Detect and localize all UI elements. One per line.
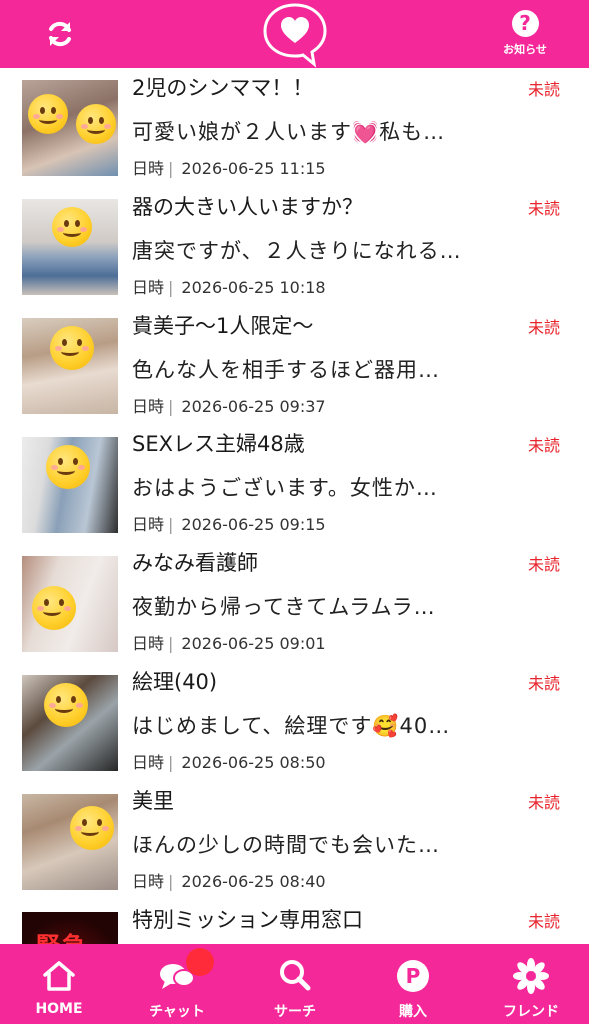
emoji-face [52,207,92,247]
list-item[interactable]: みなみ看護師 未読 夜勤から帰ってきてムラムラ… 日時 | 2026-06-25 0… [0,543,589,661]
date-label: 日時 [132,515,165,534]
message-preview: ほんの少しの時間でも会いた… [132,833,440,857]
message-datetime: 2026-06-25 10:18 [181,278,326,297]
date-label: 日時 [132,159,165,178]
nav-search-label: サーチ [274,1004,316,1020]
nav-chat[interactable]: チャット [118,944,236,1024]
svg-text:P: P [406,964,421,988]
emoji-face [44,683,88,727]
nav-search[interactable]: サーチ [236,944,354,1024]
message-title: 絵理(40) [132,670,218,694]
emoji-face [50,326,94,370]
avatar [22,80,118,176]
message-preview: 色んな人を相手するほど器用… [132,358,440,382]
message-preview: はじめまして、絵理です🥰40… [132,714,451,738]
message-meta: 日時 | 2026-06-25 09:01 [132,634,326,653]
message-list[interactable]: 2児のシンママ！！ 未読 可愛い娘が２人います💓私も… 日時 | 2026-06-2… [0,68,589,944]
bottom-nav: HOME チャット サーチ P 購入 フレンド [0,944,589,1024]
home-icon [43,961,75,991]
date-label: 日時 [132,397,165,416]
list-item[interactable]: 2児のシンママ！！ 未読 可愛い娘が２人います💓私も… 日時 | 2026-06-2… [0,68,589,186]
message-meta: 日時 | 2026-06-25 08:40 [132,872,326,891]
unread-status: 未読 [527,318,560,337]
chat-notification-badge [186,948,214,976]
nav-purchase[interactable]: P 購入 [354,944,472,1024]
list-item[interactable]: 器の大きい人いますか？ 未読 唐突ですが、２人きりになれる… 日時 | 2026-0… [0,187,589,305]
list-item[interactable]: SEXレス主婦48歳 未読 おはようございます。女性か… 日時 | 2026-06-… [0,424,589,542]
date-label: 日時 [132,634,165,653]
message-meta: 日時 | 2026-06-25 10:18 [132,278,326,297]
purchase-p-icon: P [397,960,429,992]
list-item[interactable]: 緊急 特別ミッション専用窓口 未読 [0,900,589,944]
unread-status: 未読 [527,80,560,99]
app-header: ? お知らせ [0,0,589,68]
list-item[interactable]: 美里 未読 ほんの少しの時間でも会いた… 日時 | 2026-06-25 08:40 [0,781,589,899]
heart-speech-bubble-icon [263,3,327,68]
message-title: 特別ミッション専用窓口 [132,908,363,932]
nav-home-label: HOME [35,1001,83,1017]
nav-home[interactable]: HOME [0,944,118,1024]
date-label: 日時 [132,872,165,891]
unread-status: 未読 [527,199,560,218]
refresh-button[interactable] [44,18,76,50]
emoji-face [32,586,76,630]
avatar [22,199,118,295]
message-title: みなみ看護師 [132,551,258,575]
avatar [22,794,118,890]
message-preview: おはようございます。女性か… [132,476,438,500]
message-preview: 夜勤から帰ってきてムラムラ… [132,595,436,619]
emoji-face [70,806,114,850]
unread-status: 未読 [527,674,560,693]
unread-status: 未読 [527,912,560,931]
message-datetime: 2026-06-25 09:01 [181,634,326,653]
nav-friend-label: フレンド [503,1004,559,1020]
list-item[interactable]: 絵理(40) 未読 はじめまして、絵理です🥰40… 日時 | 2026-06-25 … [0,662,589,780]
message-title: SEXレス主婦48歳 [132,432,305,456]
date-label: 日時 [132,278,165,297]
emoji-face [28,94,68,134]
notice-button[interactable]: ? お知らせ [501,8,549,58]
question-icon: ? [511,10,539,37]
flower-icon [513,958,549,994]
emoji-face [46,445,90,489]
avatar: 緊急 [22,912,118,944]
refresh-icon [49,21,71,47]
message-datetime: 2026-06-25 09:15 [181,515,326,534]
message-meta: 日時 | 2026-06-25 09:37 [132,397,326,416]
message-datetime: 2026-06-25 11:15 [181,159,326,178]
unread-status: 未読 [527,555,560,574]
message-meta: 日時 | 2026-06-25 08:50 [132,753,326,772]
avatar [22,556,118,652]
list-item[interactable]: 貴美子〜1人限定〜 未読 色んな人を相手するほど器用… 日時 | 2026-06-2… [0,306,589,424]
message-title: 器の大きい人いますか？ [132,195,363,219]
message-datetime: 2026-06-25 08:40 [181,872,326,891]
unread-status: 未読 [527,793,560,812]
message-meta: 日時 | 2026-06-25 09:15 [132,515,326,534]
avatar [22,675,118,771]
unread-status: 未読 [527,436,560,455]
emoji-face [76,104,116,144]
notice-label: お知らせ [503,43,547,56]
nav-purchase-label: 購入 [399,1004,427,1020]
app-logo[interactable] [262,2,328,68]
search-icon [280,960,311,991]
urgent-label: 緊急 [36,926,88,944]
message-datetime: 2026-06-25 09:37 [181,397,326,416]
message-title: 2児のシンママ！！ [132,76,314,100]
avatar [22,437,118,533]
message-preview: 唐突ですが、２人きりになれる… [132,239,462,263]
message-title: 美里 [132,789,174,813]
message-meta: 日時 | 2026-06-25 11:15 [132,159,326,178]
message-datetime: 2026-06-25 08:50 [181,753,326,772]
message-title: 貴美子〜1人限定〜 [132,314,314,338]
nav-friend[interactable]: フレンド [472,944,589,1024]
date-label: 日時 [132,753,165,772]
message-preview: 可愛い娘が２人います💓私も… [132,120,446,144]
avatar [22,318,118,414]
nav-chat-label: チャット [149,1004,205,1020]
